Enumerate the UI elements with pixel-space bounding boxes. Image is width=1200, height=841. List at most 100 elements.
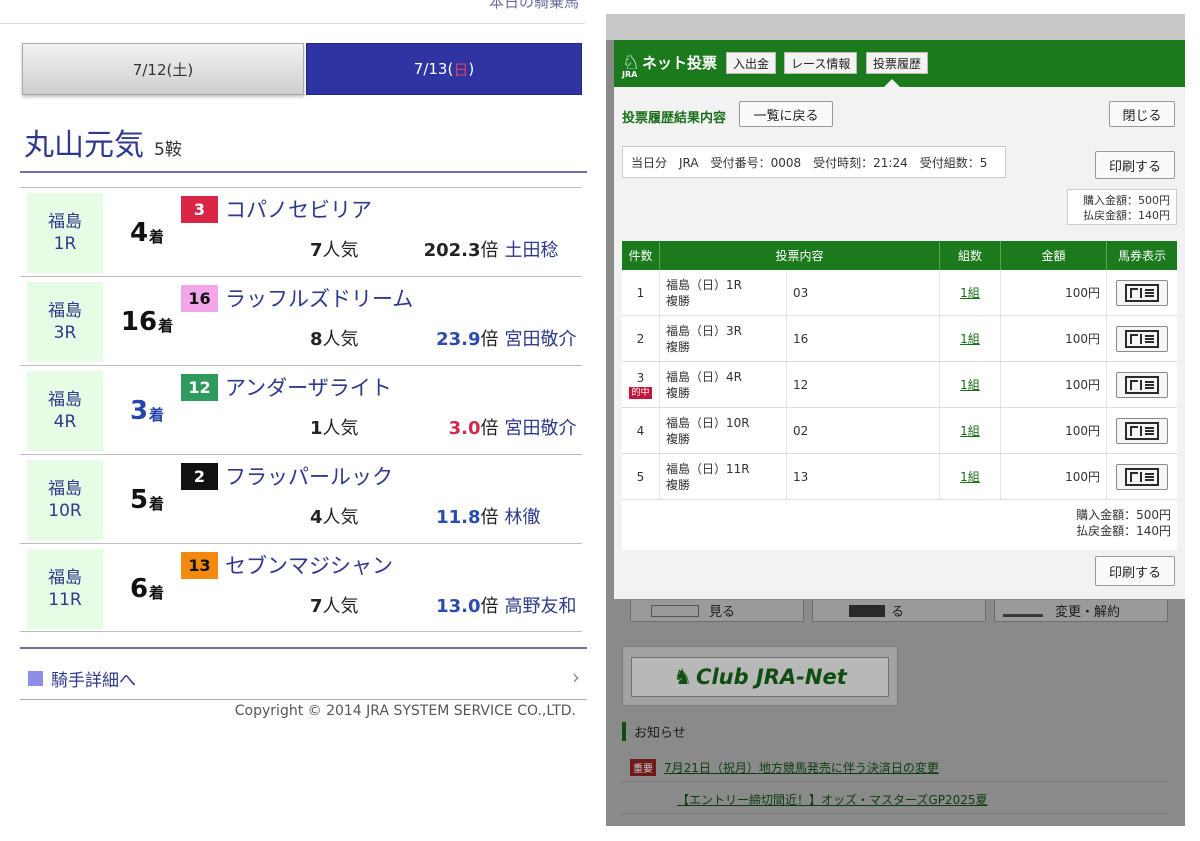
ticket-view-button[interactable]	[1116, 325, 1168, 352]
odds-suffix: 倍	[480, 596, 499, 617]
notice-link[interactable]: 7月21日（祝月）地方競馬発売に伴う決済日の変更	[664, 759, 939, 776]
race-row[interactable]: 福島 1R 4 着 3 コパノセビリア 7人気 202.3倍 土田稔	[20, 187, 582, 276]
odds-value: 202.3	[423, 240, 481, 261]
horse-name-link[interactable]: アンダーザライト	[225, 372, 392, 402]
nav-vote-history-button[interactable]: 投票履歴	[866, 52, 929, 74]
row-number-cell: 4	[622, 408, 660, 453]
club-jra-net-banner[interactable]: ♞ Club JRA-Net	[622, 646, 898, 706]
refund-amount: 払戻金額：140円	[1083, 209, 1170, 222]
popularity-number: 4	[310, 507, 323, 528]
race-row[interactable]: 福島 3R 16 着 16 ラッフルズドリーム 8人気 23.9倍 宮田敬介	[20, 276, 582, 365]
trainer-link[interactable]: 土田稔	[505, 240, 559, 261]
bet-type: 複勝	[666, 431, 691, 446]
combos-link[interactable]: 1組	[960, 284, 980, 301]
race-label: 福島（日）4R	[666, 369, 742, 384]
table-row: 2 福島（日）3R 複勝 16 1組 100円	[622, 316, 1177, 362]
date-tab-saturday[interactable]: 7/12(土)	[22, 43, 304, 95]
row-number-cell: 2	[622, 316, 660, 361]
race-cell: 福島（日）1R 複勝	[660, 270, 787, 315]
race-number: 4R	[53, 412, 77, 432]
menu-tile-view-label: 見る	[709, 605, 736, 620]
nav-deposit-button[interactable]: 入出金	[726, 52, 777, 74]
combos-cell: 1組	[940, 408, 1001, 453]
table-row: 3 的中 福島（日）4R 複勝 12 1組 100円	[622, 362, 1177, 408]
finish-number: 5	[129, 484, 149, 515]
ticket-view-button[interactable]	[1116, 279, 1168, 306]
copyright: Copyright © 2014 JRA SYSTEM SERVICE CO.,…	[234, 703, 576, 719]
purchase-amount: 購入金額：500円	[1076, 508, 1171, 522]
race-row[interactable]: 福島 10R 5 着 2 フラッパールック 4人気 11.8倍 林徹	[20, 454, 582, 543]
horse-name-link[interactable]: コパノセビリア	[225, 194, 372, 224]
col-ticket-header: 馬券表示	[1117, 249, 1166, 263]
ticket-view-button[interactable]	[1116, 417, 1168, 444]
ticket-view-button[interactable]	[1116, 371, 1168, 398]
horse-name-link[interactable]: セブンマジシャン	[225, 550, 393, 580]
race-cell: 福島（日）11R 複勝	[660, 454, 787, 499]
race-number: 3R	[53, 323, 77, 343]
horse-name-link[interactable]: ラッフルズドリーム	[225, 283, 413, 313]
amount-cell: 100円	[1001, 362, 1107, 407]
row-number-cell: 5	[622, 454, 660, 499]
date-tab-day: 日	[453, 60, 469, 79]
finish-number: 6	[129, 573, 149, 604]
race-list: 福島 1R 4 着 3 コパノセビリア 7人気 202.3倍 土田稔 福島 3R 16 着 16 ラッフルズ…	[20, 187, 582, 632]
notice-item[interactable]: 【エントリー締切間近！】オッズ・マスターズGP2025夏	[622, 786, 1168, 814]
race-row[interactable]: 福島 4R 3 着 12 アンダーザライト 1人気 3.0倍 宮田敬介	[20, 365, 582, 454]
print-button-top[interactable]: 印刷する	[1095, 151, 1175, 179]
ticket-view-button[interactable]	[1116, 463, 1168, 490]
selection-cell: 02	[787, 408, 940, 453]
row-number: 2	[636, 331, 645, 346]
combos-link[interactable]: 1組	[960, 468, 980, 485]
notice-link[interactable]: 【エントリー締切間近！】オッズ・マスターズGP2025夏	[677, 791, 987, 808]
col-combos-header: 組数	[940, 241, 1001, 270]
race-number: 1R	[53, 234, 77, 254]
jra-net-vote-logo: ♘ ネット投票 JRA	[622, 50, 717, 79]
venue-badge: 福島 4R	[27, 371, 103, 451]
menu-tile-middle[interactable]: る	[812, 600, 986, 622]
combos-link[interactable]: 1組	[960, 330, 980, 347]
row-number: 3	[636, 370, 645, 385]
race-stats: 1人気 3.0倍 宮田敬介	[310, 414, 577, 440]
popularity-number: 8	[310, 329, 323, 350]
popularity-number: 7	[310, 596, 323, 617]
race-label: 福島（日）10R	[666, 415, 750, 430]
trainer-link[interactable]: 宮田敬介	[505, 329, 577, 350]
horse-number-badge: 3	[181, 196, 218, 223]
date-tab-sunday[interactable]: 7/13(日)	[306, 43, 582, 95]
jockey-detail-link[interactable]: 騎手詳細へ ›	[28, 665, 584, 691]
trainer-link[interactable]: 宮田敬介	[505, 418, 577, 439]
table-header: 件数 投票内容 組数 金額 馬券表示	[622, 241, 1177, 270]
odds-value: 23.9	[436, 329, 481, 350]
menu-tile-view[interactable]: 見る	[630, 600, 804, 622]
nav-race-info-button[interactable]: レース情報	[784, 52, 858, 74]
race-stats: 7人気 202.3倍 土田稔	[310, 236, 559, 262]
combos-link[interactable]: 1組	[960, 376, 980, 393]
dimmed-page-content: 見る る 変更・解約 ♞ Club JRA-Net お知らせ 重要 7月21日（…	[606, 600, 1185, 826]
race-row[interactable]: 福島 11R 6 着 13 セブンマジシャン 7人気 13.0倍 高野友和	[20, 543, 582, 632]
odds: 13.0倍	[359, 592, 499, 618]
row-number-cell: 1	[622, 270, 660, 315]
table-row: 4 福島（日）10R 複勝 02 1組 100円	[622, 408, 1177, 454]
odds-suffix: 倍	[480, 418, 499, 439]
person-card-icon	[1003, 605, 1043, 617]
trainer-link[interactable]: 林徹	[505, 507, 541, 528]
back-to-list-button[interactable]: 一覧に戻る	[739, 101, 833, 127]
selection-cell: 03	[787, 270, 940, 315]
finish-suffix: 着	[158, 317, 174, 335]
trainer-link[interactable]: 高野友和	[505, 596, 577, 617]
finish-suffix: 着	[149, 495, 165, 513]
selection-cell: 12	[787, 362, 940, 407]
menu-tile-change-label: 変更・解約	[1055, 605, 1121, 620]
close-button[interactable]: 閉じる	[1109, 101, 1175, 127]
date-tab-prefix: 7/13(	[413, 60, 454, 78]
popularity-suffix: 人気	[322, 418, 359, 439]
net-vote-panel: ♘ ネット投票 JRA 入出金 レース情報 投票履歴 見る る 変更・解約 ♞ …	[606, 0, 1200, 841]
combos-link[interactable]: 1組	[960, 422, 980, 439]
print-button-bottom[interactable]: 印刷する	[1095, 556, 1175, 586]
menu-tile-change[interactable]: 変更・解約	[994, 600, 1168, 622]
horse-number-badge: 13	[181, 552, 218, 579]
horse-name-link[interactable]: フラッパールック	[225, 461, 393, 491]
amount-cell: 100円	[1001, 270, 1107, 315]
notice-item[interactable]: 重要 7月21日（祝月）地方競馬発売に伴う決済日の変更	[622, 754, 1168, 782]
finish-position: 3着	[112, 366, 182, 455]
